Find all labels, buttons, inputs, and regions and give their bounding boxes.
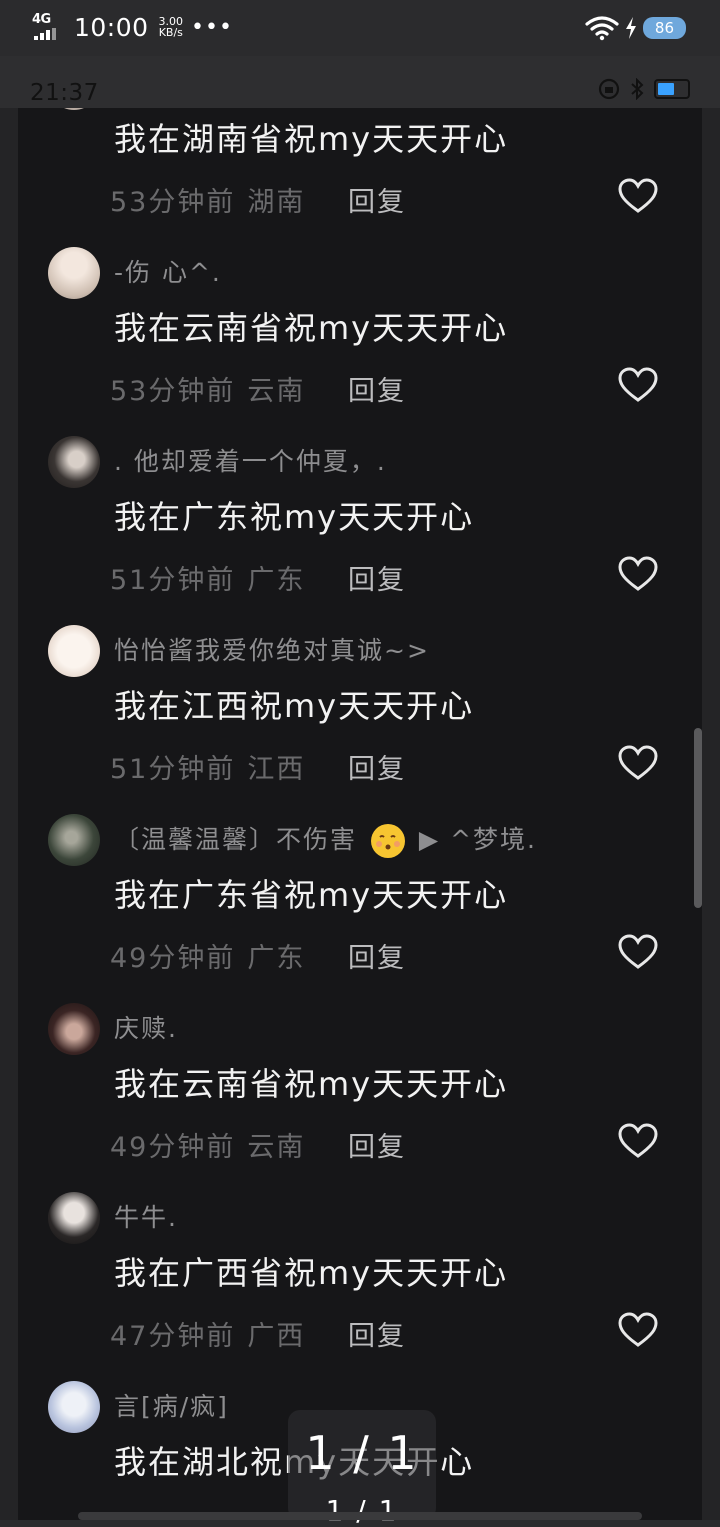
comment-item: 牛牛. 我在广西省祝my天天开心 47分钟前 广西 回复: [18, 1172, 702, 1361]
comment-item: 〔温馨温馨〕不伤害 ▶ ^梦境. 我在广东省祝my天天开心 49分钟前 广东 回复: [18, 794, 702, 983]
like-heart-icon[interactable]: [618, 1123, 658, 1159]
comment-location: 云南: [247, 1132, 306, 1163]
avatar[interactable]: [48, 625, 100, 677]
status-time: 10:00: [74, 12, 149, 42]
comment-time: 53分钟前: [110, 187, 236, 218]
comment-item: 怡怡酱我爱你绝对真诚~> 我在江西祝my天天开心 51分钟前 江西 回复: [18, 605, 702, 794]
bottom-handle: [78, 1512, 642, 1520]
like-heart-icon[interactable]: [618, 934, 658, 970]
reply-button[interactable]: 回复: [348, 558, 406, 597]
comment-text: 我在云南省祝my天天开心: [114, 1065, 509, 1103]
inner-status-bar: 21:37: [0, 56, 720, 108]
comment-location: 广东: [247, 565, 306, 596]
comment-item: 我在湖南省祝my天天开心 53分钟前 湖南 回复: [18, 108, 702, 227]
comment-location: 云南: [247, 376, 306, 407]
comment-text: 我在广东祝my天天开心: [114, 498, 475, 536]
comment-location: 广西: [247, 1321, 306, 1352]
network-type: 4G: [32, 12, 51, 27]
comment-time: 49分钟前: [110, 943, 236, 974]
comment-meta: 53分钟前 湖南: [110, 180, 305, 219]
comment-time: 49分钟前: [110, 1132, 236, 1163]
kiss-emoji-icon: [370, 824, 405, 858]
avatar[interactable]: [48, 814, 100, 866]
comment-location: 广东: [247, 943, 306, 974]
cellular-signal-icon: 4G: [30, 12, 66, 42]
comment-meta: 49分钟前 云南: [110, 1125, 305, 1164]
comment-item: -伤 心^. 我在云南省祝my天天开心 53分钟前 云南 回复: [18, 227, 702, 416]
comment-username[interactable]: . 他却爱着一个仲夏，.: [114, 442, 387, 478]
avatar[interactable]: [48, 1381, 100, 1433]
status-bar: 4G 10:00 3.00 KB/s ••• 86: [0, 0, 720, 56]
comment-username-part: ▶ ^梦境.: [418, 825, 537, 854]
comment-username[interactable]: 牛牛.: [114, 1198, 178, 1234]
comment-item: . 他却爱着一个仲夏，. 我在广东祝my天天开心 51分钟前 广东 回复: [18, 416, 702, 605]
embedded-screenshot: 21:37 我在湖南省祝my天天开心 53分钟前 湖南 回复 -伤 心^. 我在…: [0, 56, 720, 1520]
avatar[interactable]: [48, 247, 100, 299]
comment-text: 我在广西省祝my天天开心: [114, 1254, 509, 1292]
comment-meta: 47分钟前 广西: [110, 1314, 305, 1353]
reply-button[interactable]: 回复: [348, 936, 406, 975]
bluetooth-icon: [631, 78, 644, 100]
avatar[interactable]: [48, 108, 100, 110]
inner-status-time: 21:37: [30, 80, 99, 106]
like-heart-icon[interactable]: [618, 745, 658, 781]
comment-time: 47分钟前: [110, 1321, 236, 1352]
reply-button[interactable]: 回复: [348, 747, 406, 786]
reply-button[interactable]: 回复: [348, 1125, 406, 1164]
avatar[interactable]: [48, 436, 100, 488]
comment-text: 我在江西祝my天天开心: [114, 687, 475, 725]
avatar[interactable]: [48, 1192, 100, 1244]
comment-meta: 51分钟前 广东: [110, 558, 305, 597]
page-indicator-large: 1 / 1: [305, 1426, 419, 1480]
comment-username[interactable]: 言[病/疯]: [114, 1387, 229, 1423]
like-heart-icon[interactable]: [618, 367, 658, 403]
comment-username[interactable]: -伤 心^.: [114, 253, 222, 289]
like-heart-icon[interactable]: [618, 556, 658, 592]
comment-location: 湖南: [247, 187, 306, 218]
inner-battery-icon: [654, 79, 690, 99]
page-indicator: 1 / 1 1 / 1: [288, 1410, 436, 1527]
avatar[interactable]: [48, 1003, 100, 1055]
speed-unit: KB/s: [158, 26, 183, 39]
comment-username[interactable]: 〔温馨温馨〕不伤害 ▶ ^梦境.: [114, 820, 537, 858]
like-heart-icon[interactable]: [618, 178, 658, 214]
comment-list[interactable]: 我在湖南省祝my天天开心 53分钟前 湖南 回复 -伤 心^. 我在云南省祝my天…: [18, 108, 702, 1520]
comment-time: 53分钟前: [110, 376, 236, 407]
comment-text: 我在云南省祝my天天开心: [114, 309, 509, 347]
network-speed: 3.00 KB/s: [159, 16, 184, 38]
lock-rotation-icon: [598, 78, 620, 100]
comment-username[interactable]: 怡怡酱我爱你绝对真诚~>: [114, 631, 430, 667]
reply-button[interactable]: 回复: [348, 369, 406, 408]
comment-text: 我在湖南省祝my天天开心: [114, 120, 509, 158]
reply-button[interactable]: 回复: [348, 180, 406, 219]
wifi-icon: [585, 16, 619, 41]
comment-username-part: 〔温馨温馨〕不伤害: [114, 825, 358, 854]
comment-username[interactable]: 庆赎.: [114, 1009, 178, 1045]
comment-meta: 51分钟前 江西: [110, 747, 305, 786]
comment-item: 庆赎. 我在云南省祝my天天开心 49分钟前 云南 回复: [18, 983, 702, 1172]
like-heart-icon[interactable]: [618, 1312, 658, 1348]
scrollbar[interactable]: [694, 728, 702, 908]
battery-level: 86: [642, 17, 686, 39]
page-indicator-small: 1 / 1: [325, 1494, 399, 1527]
charging-icon: [625, 17, 636, 39]
comment-time: 51分钟前: [110, 754, 236, 785]
comment-meta: 49分钟前 广东: [110, 936, 305, 975]
comment-text: 我在广东省祝my天天开心: [114, 876, 509, 914]
comment-location: 江西: [247, 754, 306, 785]
reply-button[interactable]: 回复: [348, 1314, 406, 1353]
more-notifications-icon: •••: [191, 14, 233, 40]
comment-time: 51分钟前: [110, 565, 236, 596]
comment-meta: 53分钟前 云南: [110, 369, 305, 408]
